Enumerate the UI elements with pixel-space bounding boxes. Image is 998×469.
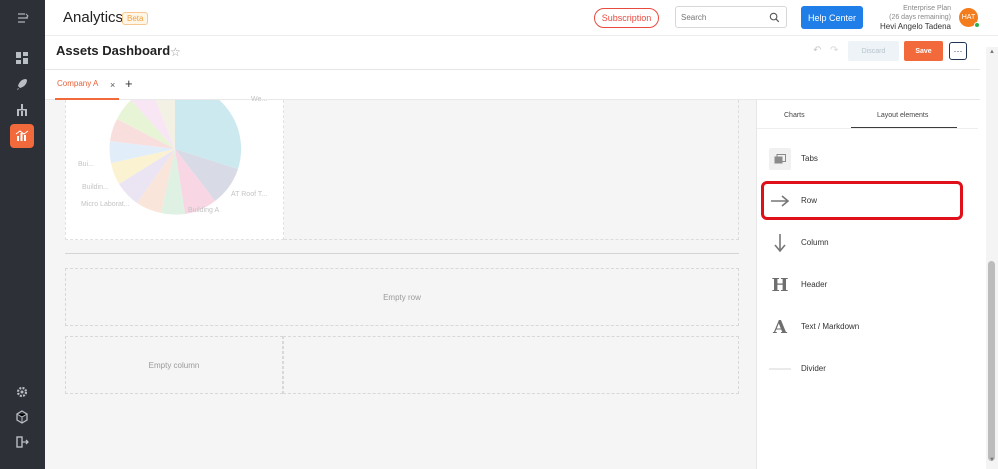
- menu-toggle-icon[interactable]: [0, 0, 45, 36]
- cube-icon[interactable]: [10, 405, 34, 429]
- plan-remaining: (26 days remaining): [889, 14, 951, 21]
- pie-label: Bui...: [78, 161, 94, 168]
- app-title: Analytics: [63, 9, 124, 26]
- layout-element-header[interactable]: H Header: [767, 270, 967, 300]
- divider: [65, 253, 739, 254]
- search-box[interactable]: [675, 6, 787, 28]
- divider-icon: [769, 358, 791, 380]
- layout-elements-panel: Charts Layout elements Tabs Row Column H…: [756, 100, 978, 469]
- pie-label: We...: [251, 96, 268, 103]
- scroll-down-icon[interactable]: ▼: [989, 457, 995, 463]
- online-status-dot: [974, 22, 980, 28]
- layout-element-label: Divider: [801, 364, 826, 373]
- save-button[interactable]: Save: [904, 41, 943, 61]
- logout-icon[interactable]: [10, 430, 34, 454]
- layout-element-label: Text / Markdown: [801, 322, 860, 331]
- dashboard-tabs: Company A × +: [45, 70, 980, 100]
- analytics-icon[interactable]: [10, 124, 34, 148]
- plan-info: Enterprise Plan (26 days remaining): [869, 4, 951, 22]
- discard-button[interactable]: Discard: [848, 41, 899, 61]
- layout-element-label: Tabs: [801, 154, 818, 163]
- star-icon[interactable]: ☆: [170, 45, 181, 59]
- settings-icon[interactable]: [10, 380, 34, 404]
- pie-label: Micro Laborat...: [81, 201, 130, 208]
- search-input[interactable]: [681, 11, 761, 24]
- hierarchy-icon[interactable]: [10, 98, 34, 122]
- pie-label: AT Roof T...: [231, 191, 268, 198]
- empty-chart-slot[interactable]: [284, 100, 739, 240]
- help-center-button[interactable]: Help Center: [801, 6, 863, 29]
- page-title: Assets Dashboard: [56, 43, 171, 58]
- left-nav-rail: [0, 0, 45, 469]
- rocket-icon[interactable]: [10, 72, 34, 96]
- subscription-button[interactable]: Subscription: [594, 8, 659, 28]
- layout-element-label: Header: [801, 280, 828, 289]
- layout-element-label: Column: [801, 238, 829, 247]
- tabs-icon: [769, 148, 791, 170]
- close-tab-icon[interactable]: ×: [110, 80, 115, 90]
- pie-chart: [109, 100, 242, 215]
- plan-name: Enterprise Plan: [903, 5, 951, 12]
- more-options-button[interactable]: ···: [949, 42, 967, 60]
- empty-column-slot[interactable]: [283, 336, 739, 394]
- tab-charts[interactable]: Charts: [784, 112, 805, 119]
- tab-company-a[interactable]: Company A: [57, 79, 98, 88]
- layout-element-divider[interactable]: Divider: [767, 354, 967, 384]
- pie-label: Buildin...: [82, 184, 109, 191]
- search-icon[interactable]: [769, 12, 780, 23]
- beta-badge: Beta: [122, 12, 149, 25]
- empty-column[interactable]: Empty column: [65, 336, 283, 394]
- dashboard-icon[interactable]: [10, 46, 34, 70]
- scrollbar[interactable]: ▲ ▼: [986, 47, 998, 469]
- active-panel-tab-indicator: [851, 127, 957, 128]
- text-icon: A: [773, 316, 787, 338]
- header-icon: H: [771, 274, 789, 296]
- scroll-up-icon[interactable]: ▲: [989, 49, 995, 55]
- add-tab-button[interactable]: +: [125, 76, 133, 91]
- dashboard-header: Assets Dashboard ☆ ↶ ↷ Discard Save ···: [45, 36, 980, 70]
- top-bar: Analytics Beta Subscription Help Center …: [45, 0, 998, 36]
- layout-element-column[interactable]: Column: [767, 228, 967, 258]
- dashboard-canvas: We... Bui... Buildin... Micro Laborat...…: [45, 96, 756, 469]
- empty-row[interactable]: Empty row: [65, 268, 739, 326]
- arrow-down-icon: [769, 232, 791, 254]
- tab-layout-elements[interactable]: Layout elements: [877, 112, 928, 119]
- layout-element-text-markdown[interactable]: A Text / Markdown: [767, 312, 967, 342]
- scrollbar-thumb[interactable]: [988, 261, 995, 461]
- pie-label: Building A: [188, 207, 220, 214]
- row-highlight-box: [761, 181, 963, 220]
- redo-icon[interactable]: ↷: [830, 45, 838, 56]
- pie-chart-card[interactable]: We... Bui... Buildin... Micro Laborat...…: [65, 96, 284, 240]
- layout-element-tabs[interactable]: Tabs: [767, 144, 967, 174]
- panel-tab-divider: [757, 128, 978, 129]
- undo-icon[interactable]: ↶: [813, 45, 821, 56]
- user-name[interactable]: Hevi Angelo Tadena: [859, 22, 951, 31]
